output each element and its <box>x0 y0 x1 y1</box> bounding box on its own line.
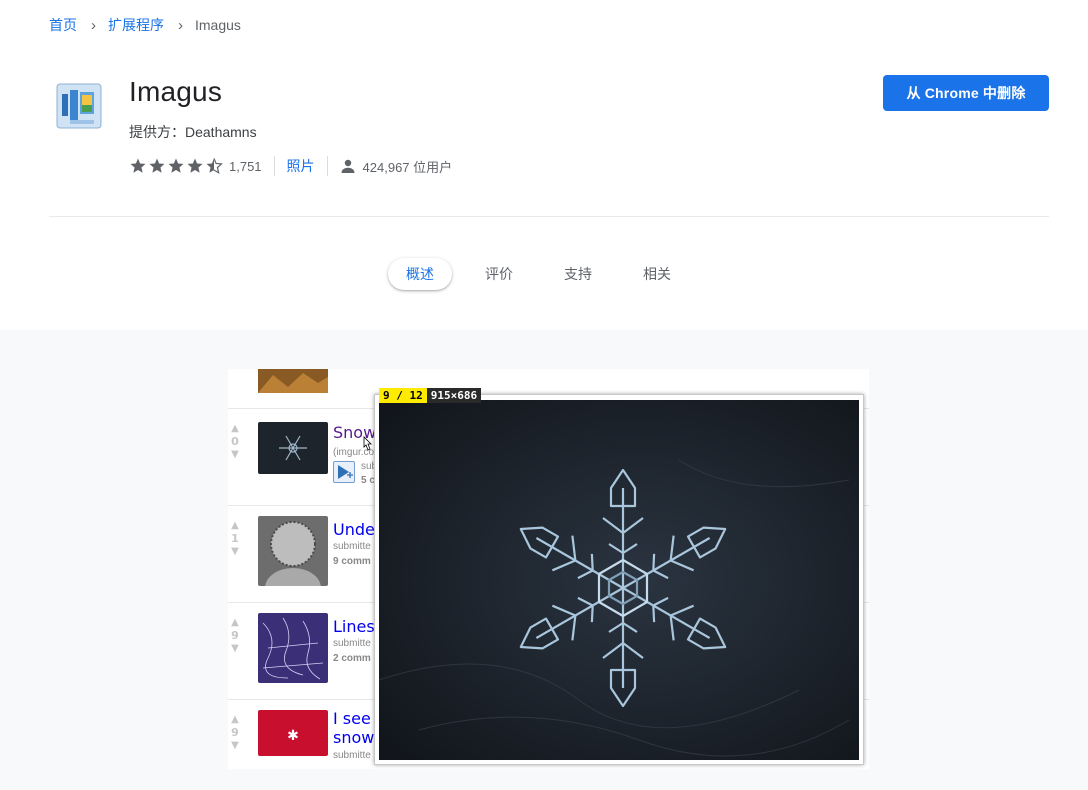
divider <box>326 156 328 176</box>
breadcrumb-current: Imagus <box>195 17 241 33</box>
star-half-icon <box>206 158 223 174</box>
extension-provider: 提供方：Deathamns <box>129 124 257 140</box>
downvote-icon[interactable]: ▼ <box>228 449 242 461</box>
snowflake-image <box>379 400 859 760</box>
popup-counter: 9 / 12 <box>379 388 427 403</box>
thumbnail[interactable] <box>258 422 328 474</box>
breadcrumb: 首页 › 扩展程序 › Imagus <box>49 16 241 34</box>
tab-overview[interactable]: 概述 <box>388 258 452 290</box>
breadcrumb-extensions-link[interactable]: 扩展程序 <box>108 15 164 35</box>
chevron-right-icon: › <box>178 16 183 34</box>
post-submitted: submitte <box>333 750 371 761</box>
star-full-icon <box>168 158 184 173</box>
star-full-icon <box>187 158 203 173</box>
extension-title: Imagus <box>129 76 223 107</box>
person-icon <box>341 159 355 173</box>
downvote-icon[interactable]: ▼ <box>228 740 242 752</box>
star-full-icon <box>149 158 165 173</box>
header-divider <box>49 216 1049 217</box>
post-submitted: submitte <box>333 638 371 649</box>
screenshot-gallery: ▲ 0 ▼ Snowf (imgur.co subm 5 c <box>0 330 1088 790</box>
popup-dimensions: 915×686 <box>426 388 482 403</box>
rating-count[interactable]: 1,751 <box>229 159 262 174</box>
upvote-icon[interactable]: ▲ <box>228 423 242 435</box>
post-score: 9 <box>231 629 239 642</box>
mouse-pointer-icon <box>363 436 372 451</box>
screenshot-image[interactable]: ▲ 0 ▼ Snowf (imgur.co subm 5 c <box>228 369 869 769</box>
star-full-icon <box>130 158 146 173</box>
popup-info-badge: 9 / 12 915×686 <box>379 388 482 403</box>
thumbnail <box>258 369 328 393</box>
category-link[interactable]: 照片 <box>287 156 315 176</box>
remove-from-chrome-button[interactable]: 从 Chrome 中删除 <box>883 75 1049 111</box>
downvote-icon[interactable]: ▼ <box>228 546 242 558</box>
post-comments[interactable]: 5 c <box>361 475 375 486</box>
breadcrumb-home-link[interactable]: 首页 <box>49 15 77 35</box>
downvote-icon[interactable]: ▼ <box>228 643 242 655</box>
upvote-icon[interactable]: ▲ <box>228 617 242 629</box>
rating-stars <box>129 157 223 175</box>
expando-play-icon[interactable] <box>333 461 355 483</box>
post-submitted: submitte <box>333 541 371 552</box>
thumbnail[interactable] <box>258 516 328 586</box>
post-score: 9 <box>231 726 239 739</box>
tab-related[interactable]: 相关 <box>625 258 689 290</box>
image-preview-popup[interactable] <box>374 394 864 765</box>
thumbnail[interactable]: ✱ <box>258 710 328 756</box>
post-score: 0 <box>231 435 239 448</box>
svg-text:✱: ✱ <box>287 728 299 744</box>
post-title[interactable]: I see <box>333 709 371 728</box>
post-title-line2[interactable]: snowf <box>333 728 380 747</box>
extension-meta: 1,751 照片 424,967 位用户 <box>129 155 452 177</box>
extension-logo <box>53 80 103 130</box>
chevron-right-icon: › <box>91 16 96 34</box>
tab-reviews[interactable]: 评价 <box>467 258 531 290</box>
post-comments[interactable]: 2 comm <box>333 653 371 664</box>
tab-support[interactable]: 支持 <box>546 258 610 290</box>
upvote-icon[interactable]: ▲ <box>228 714 242 726</box>
detail-tabs: 概述 评价 支持 相关 <box>388 258 704 290</box>
user-count: 424,967 位用户 <box>362 159 453 175</box>
thumbnail[interactable] <box>258 613 328 683</box>
post-title[interactable]: Lines <box>333 617 375 636</box>
upvote-icon[interactable]: ▲ <box>228 520 242 532</box>
post-score: 1 <box>231 532 239 545</box>
divider <box>273 156 275 176</box>
post-comments[interactable]: 9 comm <box>333 556 371 567</box>
